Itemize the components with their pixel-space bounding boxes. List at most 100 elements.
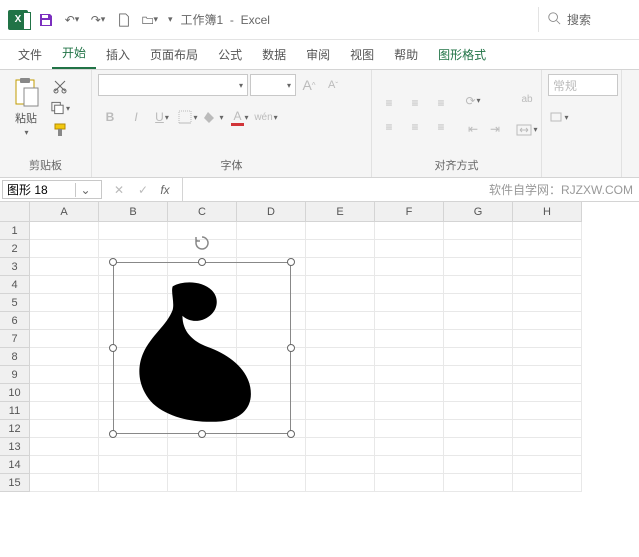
- column-header[interactable]: H: [513, 202, 582, 222]
- resize-handle-e[interactable]: [287, 344, 295, 352]
- increase-font-icon[interactable]: A^: [298, 74, 320, 96]
- cell[interactable]: [168, 438, 237, 456]
- cell[interactable]: [30, 366, 99, 384]
- name-box[interactable]: ⌄: [2, 180, 102, 199]
- cell[interactable]: [375, 240, 444, 258]
- cell[interactable]: [306, 258, 375, 276]
- cell[interactable]: [99, 456, 168, 474]
- row-header[interactable]: 5: [0, 294, 30, 312]
- merge-center-icon[interactable]: ▾: [516, 119, 538, 141]
- select-all-triangle[interactable]: [0, 202, 30, 222]
- row-header[interactable]: 12: [0, 420, 30, 438]
- cell[interactable]: [168, 474, 237, 492]
- copy-icon[interactable]: ▾: [50, 100, 70, 116]
- paste-button[interactable]: 粘贴 ▾: [6, 74, 46, 139]
- cell[interactable]: [375, 330, 444, 348]
- column-header[interactable]: E: [306, 202, 375, 222]
- column-header[interactable]: F: [375, 202, 444, 222]
- number-format-select[interactable]: 常规: [548, 74, 618, 96]
- cell[interactable]: [30, 294, 99, 312]
- tab-help[interactable]: 帮助: [384, 40, 428, 69]
- tab-file[interactable]: 文件: [8, 40, 52, 69]
- cell[interactable]: [513, 420, 582, 438]
- cell[interactable]: [99, 438, 168, 456]
- cell[interactable]: [375, 312, 444, 330]
- align-middle-icon[interactable]: ≡: [404, 92, 426, 114]
- cell[interactable]: [306, 222, 375, 240]
- cell[interactable]: [30, 240, 99, 258]
- tab-view[interactable]: 视图: [340, 40, 384, 69]
- resize-handle-nw[interactable]: [109, 258, 117, 266]
- cell[interactable]: [444, 276, 513, 294]
- open-folder-icon[interactable]: ▾: [142, 12, 158, 28]
- tab-insert[interactable]: 插入: [96, 40, 140, 69]
- cell[interactable]: [444, 240, 513, 258]
- cell[interactable]: [375, 438, 444, 456]
- underline-button[interactable]: U▾: [150, 106, 174, 128]
- row-header[interactable]: 1: [0, 222, 30, 240]
- row-header[interactable]: 3: [0, 258, 30, 276]
- row-header[interactable]: 9: [0, 366, 30, 384]
- cell[interactable]: [306, 384, 375, 402]
- cell[interactable]: [30, 330, 99, 348]
- column-header[interactable]: C: [168, 202, 237, 222]
- resize-handle-n[interactable]: [198, 258, 206, 266]
- cell[interactable]: [99, 474, 168, 492]
- cell[interactable]: [375, 222, 444, 240]
- row-header[interactable]: 13: [0, 438, 30, 456]
- row-header[interactable]: 14: [0, 456, 30, 474]
- cell[interactable]: [99, 222, 168, 240]
- cell[interactable]: [306, 312, 375, 330]
- align-center-icon[interactable]: ≡: [404, 116, 426, 138]
- tab-review[interactable]: 审阅: [296, 40, 340, 69]
- cancel-formula-icon[interactable]: ✕: [108, 179, 130, 201]
- cell[interactable]: [444, 438, 513, 456]
- cell[interactable]: [375, 402, 444, 420]
- cell[interactable]: [375, 258, 444, 276]
- qat-customize-icon[interactable]: ▾: [168, 14, 173, 25]
- cell[interactable]: [237, 222, 306, 240]
- shape-selection-frame[interactable]: [113, 262, 291, 434]
- cell[interactable]: [375, 366, 444, 384]
- row-header[interactable]: 6: [0, 312, 30, 330]
- cell[interactable]: [513, 474, 582, 492]
- align-top-icon[interactable]: ≡: [378, 92, 400, 114]
- format-painter-icon[interactable]: [50, 122, 70, 138]
- borders-button[interactable]: ▾: [176, 106, 200, 128]
- cell[interactable]: [30, 222, 99, 240]
- cell[interactable]: [513, 276, 582, 294]
- cell[interactable]: [375, 456, 444, 474]
- fill-color-button[interactable]: ▾: [202, 106, 226, 128]
- cell[interactable]: [237, 438, 306, 456]
- cell[interactable]: [237, 456, 306, 474]
- cell[interactable]: [306, 438, 375, 456]
- cell[interactable]: [444, 456, 513, 474]
- column-header[interactable]: B: [99, 202, 168, 222]
- cell[interactable]: [306, 402, 375, 420]
- cell[interactable]: [306, 240, 375, 258]
- cell[interactable]: [513, 312, 582, 330]
- font-family-select[interactable]: ▾: [98, 74, 248, 96]
- orientation-icon[interactable]: ⟳▾: [462, 90, 484, 112]
- align-bottom-icon[interactable]: ≡: [430, 92, 452, 114]
- phonetic-button[interactable]: wén▾: [254, 106, 278, 128]
- resize-handle-s[interactable]: [198, 430, 206, 438]
- row-header[interactable]: 8: [0, 348, 30, 366]
- cell[interactable]: [513, 366, 582, 384]
- increase-indent-icon[interactable]: ⇥: [484, 118, 506, 140]
- bold-button[interactable]: B: [98, 106, 122, 128]
- cell[interactable]: [444, 348, 513, 366]
- resize-handle-sw[interactable]: [109, 430, 117, 438]
- cell[interactable]: [513, 294, 582, 312]
- resize-handle-w[interactable]: [109, 344, 117, 352]
- tab-shape-format[interactable]: 图形格式: [428, 40, 496, 69]
- save-icon[interactable]: [38, 12, 54, 28]
- cell[interactable]: [444, 366, 513, 384]
- cell[interactable]: [306, 348, 375, 366]
- cell[interactable]: [513, 348, 582, 366]
- cell[interactable]: [513, 456, 582, 474]
- enter-formula-icon[interactable]: ✓: [132, 179, 154, 201]
- font-color-button[interactable]: A▾: [228, 106, 252, 128]
- column-header[interactable]: G: [444, 202, 513, 222]
- cell[interactable]: [444, 294, 513, 312]
